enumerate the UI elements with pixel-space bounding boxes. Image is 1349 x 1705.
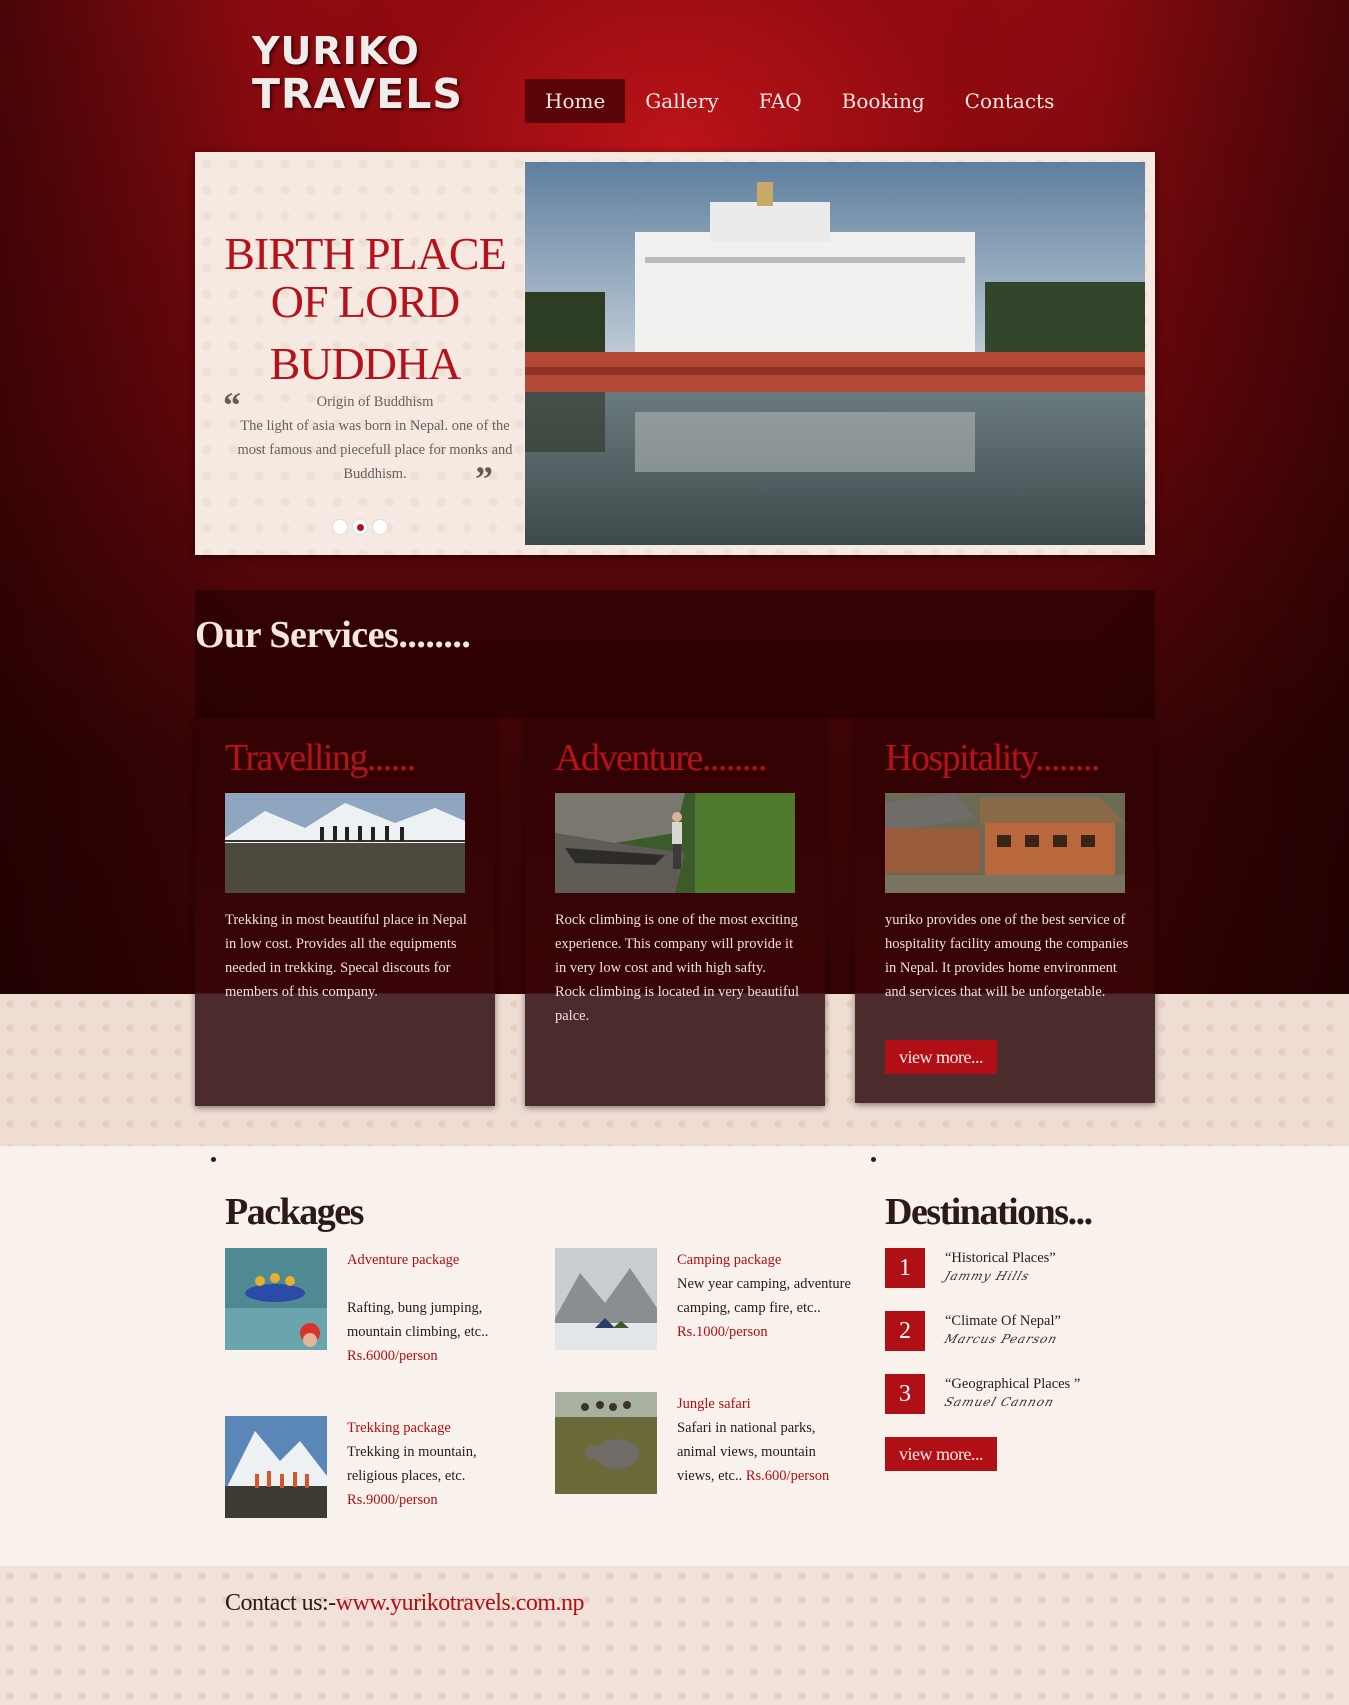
- site-logo[interactable]: YURIKO TRAVELS: [252, 32, 482, 115]
- destination-number: 2: [885, 1311, 925, 1351]
- package-name[interactable]: Camping package: [677, 1248, 852, 1272]
- slide-title-line-2: OF LORD: [270, 276, 461, 327]
- website-link[interactable]: www.yurikotravels.com.np: [336, 1590, 585, 1616]
- hero-slider: BIRTH PLACE OF LORD BUDDHA “ Origin of B…: [195, 152, 1155, 555]
- hospitality-view-more-button[interactable]: view more...: [885, 1040, 997, 1074]
- destinations-title: Destinations...: [885, 1191, 1093, 1233]
- nav-contacts[interactable]: Contacts: [945, 79, 1075, 123]
- main-nav: Home Gallery FAQ Booking Contacts: [525, 79, 1074, 123]
- package-camping: Camping package New year camping, advent…: [677, 1248, 852, 1344]
- card-text: yuriko provides one of the best service …: [885, 912, 1129, 1000]
- slider-dot-2[interactable]: [352, 519, 368, 535]
- package-image-trekking[interactable]: [225, 1416, 327, 1518]
- card-image-guesthouse: [885, 793, 1125, 893]
- content-background: [0, 1146, 1349, 1566]
- bullet-dot: [211, 1157, 216, 1162]
- slider-dots: [332, 519, 388, 535]
- logo-line-2: TRAVELS: [252, 70, 463, 118]
- package-image-jungle-safari[interactable]: [555, 1392, 657, 1494]
- package-price: Rs.6000/person: [347, 1348, 438, 1364]
- slide-photo-temple: [525, 162, 1145, 545]
- nav-faq[interactable]: FAQ: [739, 79, 822, 123]
- package-name[interactable]: Jungle safari: [677, 1392, 852, 1416]
- package-trekking: Trekking package Trekking in mountain, r…: [347, 1416, 522, 1512]
- destination-label[interactable]: “Climate Of Nepal”: [945, 1313, 1061, 1330]
- destination-signature: Marcus Pearson: [942, 1332, 1060, 1346]
- card-text: Trekking in most beautiful place in Nepa…: [225, 912, 467, 1000]
- destination-label[interactable]: “Historical Places”: [945, 1250, 1056, 1267]
- nav-home[interactable]: Home: [525, 79, 626, 123]
- bullet-dot: [871, 1157, 876, 1162]
- nav-gallery[interactable]: Gallery: [625, 79, 738, 123]
- slide-title: BIRTH PLACE OF LORD BUDDHA: [215, 230, 515, 388]
- package-desc: Trekking in mountain, religious places, …: [347, 1444, 477, 1484]
- card-title: Travelling......: [225, 737, 416, 779]
- package-image-camping[interactable]: [555, 1248, 657, 1350]
- package-jungle-safari: Jungle safari Safari in national parks, …: [677, 1392, 852, 1488]
- destination-signature: Samuel Cannon: [942, 1395, 1057, 1409]
- package-name[interactable]: Adventure package: [347, 1248, 522, 1272]
- contact-line: Contact us:-www.yurikotravels.com.np: [225, 1590, 585, 1617]
- destination-signature: Jammy Hills: [942, 1269, 1032, 1283]
- package-name[interactable]: Trekking package: [347, 1416, 522, 1440]
- quote-close-icon: ”: [475, 459, 493, 499]
- slide-title-line-1: BIRTH PLACE: [224, 228, 506, 279]
- package-price: Rs.1000/person: [677, 1324, 768, 1340]
- packages-title: Packages: [225, 1191, 364, 1233]
- destination-label[interactable]: “Geographical Places ”: [945, 1376, 1080, 1393]
- services-title: Our Services........: [195, 614, 471, 656]
- logo-line-1: YURIKO: [252, 29, 420, 73]
- package-price: Rs.9000/person: [347, 1492, 438, 1508]
- destinations-view-more-button[interactable]: view more...: [885, 1437, 997, 1471]
- card-title: Hospitality........: [885, 737, 1100, 779]
- slider-dot-1[interactable]: [332, 519, 348, 535]
- service-card-travelling: Travelling...... Trekking in most beauti…: [195, 718, 495, 1106]
- package-desc: New year camping, adventure camping, cam…: [677, 1276, 851, 1316]
- nav-booking[interactable]: Booking: [822, 79, 945, 123]
- package-price: Rs.600/person: [745, 1468, 830, 1484]
- package-adventure: Adventure package Rafting, bung jumping,…: [347, 1248, 522, 1368]
- service-card-hospitality: Hospitality........ yuriko provides one …: [855, 718, 1155, 1103]
- package-desc: Rafting, bung jumping, mountain climbing…: [347, 1300, 489, 1340]
- destination-number: 1: [885, 1248, 925, 1288]
- card-image-rock-climbing: [555, 793, 795, 893]
- slider-dot-3[interactable]: [372, 519, 388, 535]
- card-image-trekking: [225, 793, 465, 893]
- package-image-adventure[interactable]: [225, 1248, 327, 1350]
- card-title: Adventure........: [555, 737, 767, 779]
- footer-background: [0, 1566, 1349, 1705]
- slide-subtitle: Origin of Buddhism: [316, 394, 434, 410]
- contact-label: Contact us:-: [225, 1590, 336, 1616]
- destination-number: 3: [885, 1374, 925, 1414]
- service-card-adventure: Adventure........ Rock climbing is one o…: [525, 718, 825, 1106]
- slide-title-line-3: BUDDHA: [269, 338, 462, 389]
- card-text: Rock climbing is one of the most excitin…: [555, 912, 800, 1024]
